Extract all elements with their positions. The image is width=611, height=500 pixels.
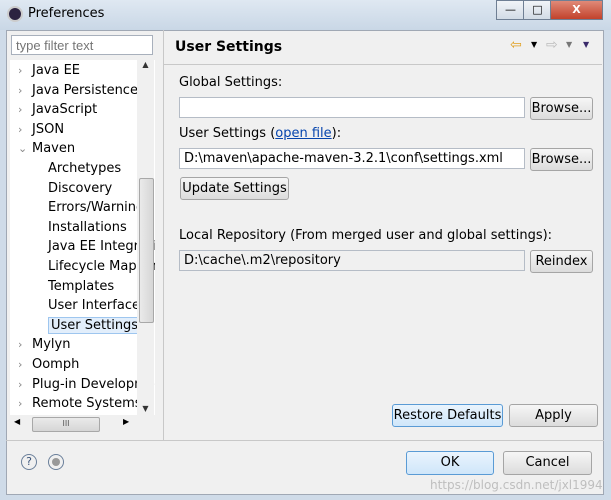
tree-item-label: Archetypes <box>48 161 122 176</box>
minimize-button[interactable]: — <box>496 0 525 20</box>
tree-item-label: Mylyn <box>32 337 71 353</box>
reindex-button[interactable]: Reindex <box>530 250 593 273</box>
local-repository-field: D:\cache\.m2\repository <box>179 250 525 271</box>
footer-divider <box>6 440 604 441</box>
tree-item-label: Oomph <box>32 357 80 372</box>
tree-item-label: Maven <box>32 141 76 157</box>
user-settings-label-text: User Settings ( <box>179 126 276 141</box>
user-settings-label-suffix: ): <box>331 126 342 141</box>
global-settings-label: Global Settings: <box>179 75 283 90</box>
tree-item[interactable]: ⌄ Maven <box>18 139 75 158</box>
chevron-right-icon[interactable]: › <box>18 335 32 354</box>
forward-dropdown-icon[interactable]: ▼ <box>566 40 572 49</box>
tree-item-label: Java EE <box>32 63 81 78</box>
chevron-right-icon[interactable]: › <box>18 355 32 374</box>
tree-item-label: Templates <box>48 278 115 294</box>
tree-item[interactable]: Templates <box>48 277 114 296</box>
eclipse-icon <box>7 6 23 22</box>
tree-item[interactable]: User Interface <box>48 296 140 315</box>
panel-divider <box>163 30 164 440</box>
tree-item[interactable]: › JSON <box>18 120 64 139</box>
chevron-right-icon[interactable]: › <box>18 120 32 139</box>
tree-item-label: JavaScript <box>32 102 98 118</box>
tree-hscroll-thumb[interactable]: III <box>32 417 100 432</box>
tree-item-label: User Interface <box>48 298 140 314</box>
chevron-right-icon[interactable]: › <box>18 100 32 119</box>
tree-vscroll-thumb[interactable] <box>139 178 154 323</box>
window-title: Preferences <box>28 6 105 21</box>
tree-item-label: Installations <box>48 219 127 235</box>
update-settings-button[interactable]: Update Settings <box>180 177 289 200</box>
user-settings-input[interactable]: D:\maven\apache-maven-3.2.1\conf\setting… <box>179 148 525 169</box>
chevron-down-icon[interactable]: ⌄ <box>18 139 32 158</box>
tree-item[interactable]: › Java Persistence <box>18 81 138 100</box>
back-dropdown-icon[interactable]: ▼ <box>531 40 537 49</box>
header-divider <box>164 64 602 65</box>
forward-arrow-icon[interactable]: ⇨ <box>546 37 558 53</box>
scroll-right-icon[interactable]: ▶ <box>123 417 129 426</box>
user-settings-label: User Settings (open file): <box>179 126 341 141</box>
ok-button[interactable]: OK <box>406 451 494 475</box>
tree-item-label: Errors/Warnings <box>48 200 152 216</box>
help-icon[interactable]: ? <box>21 454 37 470</box>
tree-item-label: User Settings <box>48 316 142 334</box>
import-export-icon[interactable] <box>48 454 64 470</box>
maximize-button[interactable]: □ <box>523 0 552 20</box>
tree-item[interactable]: › Plug-in Development <box>18 375 155 394</box>
apply-button[interactable]: Apply <box>509 404 598 427</box>
tree-item-label: Remote Systems <box>32 396 142 412</box>
restore-defaults-button[interactable]: Restore Defaults <box>392 404 503 427</box>
tree-item[interactable]: › Oomph <box>18 355 79 374</box>
filter-input[interactable] <box>11 35 153 55</box>
local-repository-label: Local Repository (From merged user and g… <box>179 228 553 243</box>
chevron-right-icon[interactable]: › <box>18 375 32 394</box>
scroll-down-icon[interactable]: ▼ <box>137 404 154 413</box>
tree-item[interactable]: › Remote Systems <box>18 394 142 413</box>
page-title: User Settings <box>175 39 283 55</box>
watermark: https://blog.csdn.net/jxl1994 <box>430 478 603 492</box>
tree-item-label: JSON <box>32 121 65 137</box>
tree-item[interactable]: Archetypes <box>48 159 121 178</box>
global-browse-button[interactable]: Browse... <box>530 97 593 120</box>
tree-item[interactable]: › JavaScript <box>18 100 97 119</box>
preference-tree: › Java EE › Java Persistence › JavaScript › JSO… <box>10 60 155 415</box>
tree-item-label: Java Persistence <box>32 82 138 98</box>
cancel-button[interactable]: Cancel <box>503 451 592 475</box>
tree-item-label: Discovery <box>48 180 113 196</box>
tree-item[interactable]: › Java EE <box>18 61 80 80</box>
close-button[interactable]: X <box>550 0 603 20</box>
chevron-right-icon[interactable]: › <box>18 81 32 100</box>
tree-item[interactable]: Discovery <box>48 179 112 198</box>
view-menu-icon[interactable]: ▼ <box>583 40 589 49</box>
chevron-right-icon[interactable]: › <box>18 61 32 80</box>
chevron-right-icon[interactable]: › <box>18 394 32 413</box>
tree-item[interactable]: Errors/Warnings <box>48 198 151 217</box>
user-browse-button[interactable]: Browse... <box>530 148 593 171</box>
tree-item[interactable]: User Settings <box>48 316 142 335</box>
global-settings-input[interactable] <box>179 97 525 118</box>
tree-item[interactable]: › Mylyn <box>18 335 70 354</box>
open-file-link[interactable]: open file <box>275 126 331 141</box>
back-arrow-icon[interactable]: ⇦ <box>510 37 522 53</box>
tree-item[interactable]: Installations <box>48 218 127 237</box>
scroll-up-icon[interactable]: ▲ <box>137 60 154 69</box>
scroll-left-icon[interactable]: ◀ <box>14 417 20 426</box>
